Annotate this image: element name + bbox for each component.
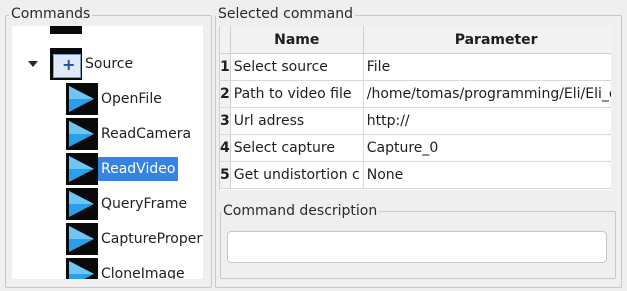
table-row[interactable]: 4 Select capture Capture_0: [220, 134, 611, 162]
tree-item-source[interactable]: + Source: [28, 48, 136, 80]
name-cell[interactable]: Url adress: [230, 107, 364, 135]
name-cell[interactable]: Select source: [230, 53, 364, 81]
tree-item-label: QueryFrame: [101, 196, 188, 212]
commands-tree[interactable]: + Source OpenFile ReadCamera ReadVideo Quer…: [12, 26, 203, 279]
column-header-name[interactable]: Name: [230, 26, 364, 54]
parameter-cell[interactable]: File: [363, 53, 611, 81]
row-number[interactable]: 5: [220, 161, 231, 189]
tree-item-label: OpenFile: [101, 91, 162, 107]
table-row[interactable]: 1 Select source File: [220, 53, 611, 81]
tree-item[interactable]: CloneImage: [66, 258, 188, 279]
play-icon: [66, 223, 98, 255]
commands-group-title: Commands: [9, 6, 93, 22]
command-description-field[interactable]: [227, 231, 607, 263]
tree-item[interactable]: ReadVideo: [66, 153, 179, 185]
column-header-parameter[interactable]: Parameter: [363, 26, 611, 54]
tree-item[interactable]: OpenFile: [66, 83, 165, 115]
row-number[interactable]: 2: [220, 80, 231, 108]
tree-item[interactable]: ReadCamera: [66, 118, 194, 150]
tree-item-label: CaptureProperty: [101, 231, 203, 247]
name-cell[interactable]: Select capture: [230, 134, 364, 162]
row-number[interactable]: 4: [220, 134, 231, 162]
parameter-cell[interactable]: Capture_0: [363, 134, 611, 162]
parameter-cell[interactable]: None: [363, 161, 611, 189]
tree-item[interactable]: QueryFrame: [66, 188, 190, 220]
play-icon: [66, 258, 98, 279]
chevron-down-icon[interactable]: [28, 59, 38, 69]
play-icon: [66, 188, 98, 220]
folder-plus-icon: +: [50, 48, 82, 80]
row-number[interactable]: 1: [220, 53, 231, 81]
tree-item-label: ReadVideo: [98, 157, 179, 181]
name-cell[interactable]: Path to video file: [230, 80, 364, 108]
play-icon: [66, 118, 98, 150]
table-row[interactable]: 2 Path to video file/home/tomas/programmi…: [220, 80, 611, 108]
tree-item[interactable]: CaptureProperty: [66, 223, 203, 255]
row-number[interactable]: 3: [220, 107, 231, 135]
tree-item-label: CloneImage: [101, 266, 185, 279]
tree-item-label: Source: [85, 56, 134, 72]
command-description-title: Command description: [221, 203, 380, 219]
name-cell[interactable]: Get undistortion c: [230, 161, 364, 189]
table-row[interactable]: 3 Url adress http://: [220, 107, 611, 135]
parameters-table[interactable]: Name Parameter 1 Select source File 2 Path t…: [219, 26, 611, 190]
parameter-cell[interactable]: http://: [363, 107, 611, 135]
table-row[interactable]: 5 Get undistortion c None: [220, 161, 611, 189]
table-corner: [220, 26, 231, 54]
selected-command-group-title: Selected command: [216, 6, 356, 22]
parameter-cell[interactable]: /home/tomas/programming/Eli/Eli_ex: [363, 80, 611, 108]
tree-item-partial-icon: [50, 26, 82, 34]
play-icon: [66, 83, 98, 115]
tree-item-label: ReadCamera: [101, 126, 192, 142]
table-header-row: Name Parameter: [220, 26, 611, 54]
play-icon: [66, 153, 98, 185]
